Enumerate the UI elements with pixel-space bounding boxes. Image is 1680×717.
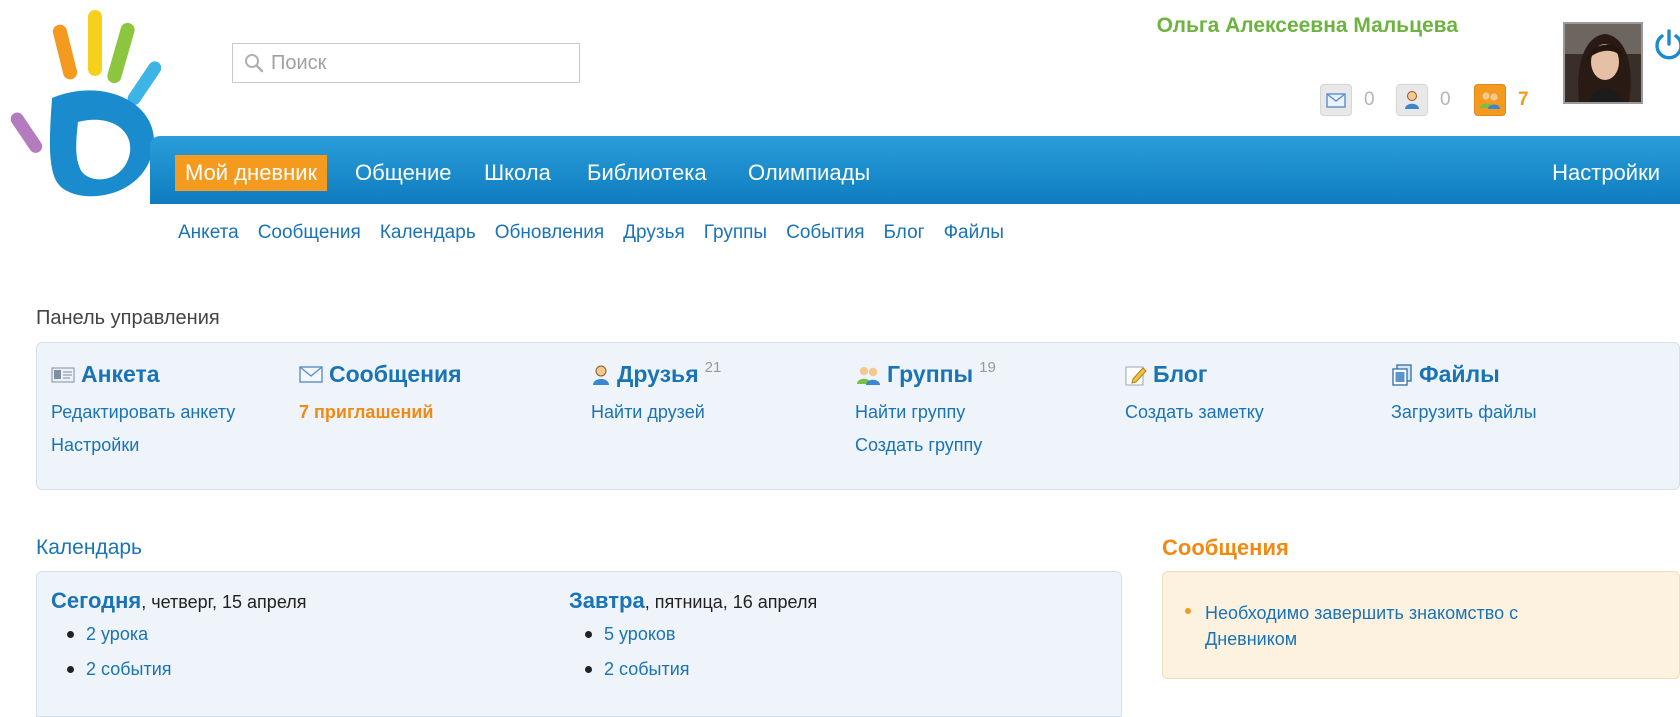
calendar-tomorrow: Завтра, пятница, 16 апреля 5 уроков 2 со…: [569, 588, 817, 694]
subnav-files[interactable]: Файлы: [944, 222, 1004, 244]
bullet: [585, 666, 592, 673]
nav-olympiads[interactable]: Олимпиады: [738, 155, 880, 191]
groups-count: 19: [979, 359, 996, 376]
panel-friends: Друзья 21 Найти друзей: [591, 359, 722, 423]
create-group-link[interactable]: Создать группу: [855, 435, 996, 456]
create-note-link[interactable]: Создать заметку: [1125, 402, 1264, 423]
people-icon: [1474, 84, 1506, 116]
settings-link[interactable]: Настройки: [51, 435, 235, 456]
subnav-events[interactable]: События: [786, 222, 864, 244]
power-icon[interactable]: [1652, 28, 1680, 62]
message-item: Необходимо завершить знакомство с Дневни…: [1185, 600, 1605, 652]
list-item[interactable]: 2 события: [569, 659, 817, 680]
find-friends-link[interactable]: Найти друзей: [591, 402, 721, 423]
group-invites-counter[interactable]: 7: [1474, 84, 1529, 116]
list-item[interactable]: 5 уроков: [569, 624, 817, 645]
user-name-link[interactable]: Ольга Алексеевна Мальцева: [1157, 14, 1458, 38]
avatar[interactable]: [1563, 22, 1643, 104]
search-icon: [245, 54, 264, 73]
search-input[interactable]: [265, 43, 579, 83]
nav-library[interactable]: Библиотека: [577, 155, 717, 191]
friend-requests-counter[interactable]: 0: [1396, 84, 1451, 116]
friend-requests-count: 0: [1440, 89, 1451, 110]
panel-profile-label: Анкета: [81, 361, 160, 387]
panel-groups-title[interactable]: Группы 19: [855, 359, 996, 388]
bullet: [1185, 608, 1191, 614]
today-label[interactable]: Сегодня: [51, 588, 141, 613]
upload-files-link[interactable]: Загрузить файлы: [1391, 402, 1537, 423]
panel-blog-title[interactable]: Блог: [1125, 361, 1264, 388]
subnav-updates[interactable]: Обновления: [495, 222, 604, 244]
invitations-link[interactable]: 7 приглашений: [299, 402, 462, 423]
panel-blog: Блог Создать заметку: [1125, 361, 1264, 423]
panel-blog-label: Блог: [1153, 361, 1208, 387]
person-icon: [593, 365, 609, 385]
friends-count: 21: [704, 359, 722, 376]
panel-friends-label: Друзья: [617, 361, 699, 387]
list-item[interactable]: 2 урока: [51, 624, 306, 645]
panel-files-title[interactable]: Файлы: [1391, 361, 1537, 388]
main-nav: Мой дневник Общение Школа Библиотека Оли…: [150, 136, 1680, 204]
panel-profile: Анкета Редактировать анкету Настройки: [51, 361, 235, 456]
today-events[interactable]: 2 события: [86, 659, 172, 680]
group-invites-count: 7: [1518, 89, 1529, 110]
panel-groups-label: Группы: [887, 361, 974, 387]
bullet: [67, 666, 74, 673]
nav-communication[interactable]: Общение: [345, 155, 461, 191]
message-link[interactable]: Необходимо завершить знакомство с Дневни…: [1205, 600, 1605, 652]
profile-card-icon: [51, 367, 75, 382]
panel-friends-title[interactable]: Друзья 21: [591, 359, 722, 388]
nav-my-diary[interactable]: Мой дневник: [175, 155, 328, 191]
panel-messages-label: Сообщения: [329, 361, 462, 387]
person-icon: [1396, 84, 1428, 116]
panel-profile-title[interactable]: Анкета: [51, 361, 235, 388]
panel-files: Файлы Загрузить файлы: [1391, 361, 1537, 423]
pencil-note-icon: [1125, 366, 1147, 385]
calendar-box: Сегодня, четверг, 15 апреля 2 урока 2 со…: [36, 571, 1122, 717]
panel-messages-title[interactable]: Сообщения: [299, 361, 462, 388]
nav-school[interactable]: Школа: [474, 155, 561, 191]
control-panel: Анкета Редактировать анкету Настройки Со…: [36, 342, 1680, 490]
subnav-blog[interactable]: Блог: [884, 222, 925, 244]
today-lessons[interactable]: 2 урока: [86, 624, 148, 645]
messages-count: 0: [1364, 89, 1375, 110]
panel-messages: Сообщения 7 приглашений: [299, 361, 462, 423]
tomorrow-label[interactable]: Завтра: [569, 588, 645, 613]
panel-groups: Группы 19 Найти группу Создать группу: [855, 359, 996, 456]
bullet: [67, 631, 74, 638]
messages-counter[interactable]: 0: [1320, 84, 1375, 116]
tomorrow-date: , пятница, 16 апреля: [644, 592, 818, 612]
subnav-groups[interactable]: Группы: [704, 222, 767, 244]
envelope-icon: [1320, 84, 1352, 116]
find-group-link[interactable]: Найти группу: [855, 402, 996, 423]
subnav-profile[interactable]: Анкета: [178, 222, 239, 244]
calendar-today: Сегодня, четверг, 15 апреля 2 урока 2 со…: [51, 588, 306, 694]
sub-nav: Анкета Сообщения Календарь Обновления Др…: [178, 222, 1023, 244]
subnav-messages[interactable]: Сообщения: [258, 222, 361, 244]
subnav-friends[interactable]: Друзья: [623, 222, 685, 244]
subnav-calendar[interactable]: Календарь: [380, 222, 476, 244]
calendar-title[interactable]: Календарь: [36, 536, 142, 560]
panel-files-label: Файлы: [1419, 361, 1500, 387]
panel-title: Панель управления: [36, 307, 220, 329]
bullet: [585, 631, 592, 638]
avatar-photo: [1565, 24, 1641, 102]
envelope-icon: [299, 366, 323, 383]
list-item[interactable]: 2 события: [51, 659, 306, 680]
tomorrow-lessons[interactable]: 5 уроков: [604, 624, 675, 645]
today-header: Сегодня, четверг, 15 апреля: [51, 588, 306, 614]
people-icon: [857, 366, 880, 385]
nav-settings[interactable]: Настройки: [1542, 155, 1670, 191]
edit-profile-link[interactable]: Редактировать анкету: [51, 402, 235, 423]
files-icon: [1392, 363, 1412, 386]
tomorrow-header: Завтра, пятница, 16 апреля: [569, 588, 817, 614]
messages-title: Сообщения: [1162, 535, 1289, 560]
search-box[interactable]: [232, 43, 580, 83]
today-date: , четверг, 15 апреля: [141, 592, 307, 612]
messages-box: Необходимо завершить знакомство с Дневни…: [1162, 571, 1680, 679]
tomorrow-events[interactable]: 2 события: [604, 659, 690, 680]
